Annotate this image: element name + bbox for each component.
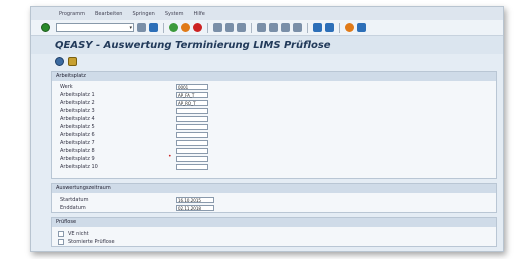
- print-icon[interactable]: [213, 23, 222, 32]
- group-auswertungszeitraum: Auswertungszeitraum Startdatum 16.10.201…: [51, 183, 497, 213]
- required-marker: •: [168, 153, 172, 160]
- shortcut-icon[interactable]: [325, 23, 334, 32]
- first-page-icon[interactable]: [257, 23, 266, 32]
- command-field[interactable]: ▾: [56, 23, 134, 32]
- arbeitsplatz-5-field[interactable]: [176, 123, 208, 130]
- chevron-down-icon[interactable]: ▾: [129, 24, 132, 32]
- enddatum-field[interactable]: 02.11.2018: [176, 204, 214, 211]
- application-toolbar: [31, 54, 503, 68]
- row-cb2: Stornierte Prüflose: [52, 237, 496, 246]
- find-icon[interactable]: [225, 23, 234, 32]
- arbeitsplatz-9-field[interactable]: [176, 155, 208, 162]
- title-bar: QEASY - Auswertung Terminierung LIMS Prü…: [31, 36, 503, 54]
- last-page-icon[interactable]: [293, 23, 302, 32]
- group-header: Prüflose: [52, 218, 496, 227]
- field-label: Arbeitsplatz 4: [60, 115, 95, 122]
- arbeitsplatz-6-field[interactable]: [176, 131, 208, 138]
- startdatum-field[interactable]: 16.10.2015: [176, 196, 214, 203]
- field-label: Arbeitsplatz 3: [60, 107, 95, 114]
- field-label: Arbeitsplatz 8: [60, 147, 95, 154]
- field-label: Arbeitsplatz 2: [60, 99, 95, 106]
- execute-icon[interactable]: [55, 56, 64, 66]
- menu-hilfe[interactable]: Hilfe: [194, 11, 205, 17]
- row-ap10: Arbeitsplatz 10: [52, 162, 496, 171]
- menu-programm[interactable]: Programm: [59, 11, 85, 17]
- next-page-icon[interactable]: [281, 23, 290, 32]
- exit-icon[interactable]: [181, 23, 190, 32]
- arbeitsplatz-8-field[interactable]: [176, 147, 208, 154]
- checkbox-label: VE nicht: [68, 230, 89, 237]
- back-icon[interactable]: [169, 23, 178, 32]
- sap-window: Programm Bearbeiten Springen System Hilf…: [30, 6, 504, 252]
- group-header: Auswertungszeitraum: [52, 184, 496, 193]
- menu-system[interactable]: System: [165, 11, 184, 17]
- enter-check-icon[interactable]: [41, 23, 50, 32]
- field-label: Arbeitsplatz 1: [60, 91, 95, 98]
- arbeitsplatz-7-field[interactable]: [176, 139, 208, 146]
- back-arrow-icon[interactable]: [137, 23, 146, 32]
- menu-springen[interactable]: Springen: [132, 11, 154, 17]
- arbeitsplatz-2-field[interactable]: AP_RO_T: [176, 99, 208, 106]
- variant-icon[interactable]: [68, 56, 77, 66]
- cancel-icon[interactable]: [193, 23, 202, 32]
- field-label: Arbeitsplatz 6: [60, 131, 95, 138]
- group-arbeitsplatz: Arbeitsplatz Werk 0001 Arbeitsplatz 1 AP…: [51, 71, 497, 179]
- new-session-icon[interactable]: [313, 23, 322, 32]
- field-label: Arbeitsplatz 9: [60, 155, 95, 162]
- arbeitsplatz-10-field[interactable]: [176, 163, 208, 170]
- menu-bearbeiten[interactable]: Bearbeiten: [95, 11, 122, 17]
- arbeitsplatz-3-field[interactable]: [176, 107, 208, 114]
- standard-toolbar: ▾: [31, 20, 503, 36]
- werk-field[interactable]: 0001: [176, 83, 208, 90]
- field-label: Arbeitsplatz 7: [60, 139, 95, 146]
- field-label: Startdatum: [60, 196, 89, 203]
- page-title: QEASY - Auswertung Terminierung LIMS Prü…: [55, 39, 331, 51]
- find-next-icon[interactable]: [237, 23, 246, 32]
- layout-icon[interactable]: [357, 23, 366, 32]
- checkbox[interactable]: [58, 230, 64, 237]
- prev-page-icon[interactable]: [269, 23, 278, 32]
- field-label: Arbeitsplatz 10: [60, 163, 98, 170]
- row-enddatum: Enddatum 02.11.2018: [52, 203, 496, 212]
- arbeitsplatz-1-field[interactable]: AP_FA_T: [176, 91, 208, 98]
- arbeitsplatz-4-field[interactable]: [176, 115, 208, 122]
- field-label: Arbeitsplatz 5: [60, 123, 95, 130]
- group-prueflose: Prüflose VE nicht Stornierte Prüflose: [51, 217, 497, 247]
- menu-bar: Programm Bearbeiten Springen System Hilf…: [31, 7, 503, 20]
- checkbox[interactable]: [58, 238, 64, 245]
- save-icon[interactable]: [149, 23, 158, 32]
- group-header: Arbeitsplatz: [52, 72, 496, 81]
- field-label: Werk: [60, 83, 73, 90]
- checkbox-label: Stornierte Prüflose: [68, 238, 115, 245]
- field-label: Enddatum: [60, 204, 86, 211]
- help-icon[interactable]: [345, 23, 354, 32]
